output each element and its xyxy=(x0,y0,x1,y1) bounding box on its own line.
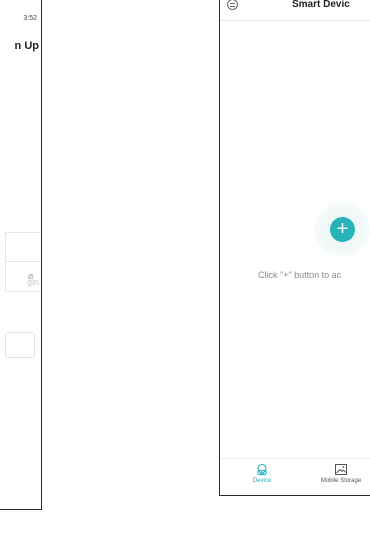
smart-device-screen: Smart Devic + Click "+" button to ac Dev… xyxy=(219,0,370,496)
page-title: Smart Devic xyxy=(292,0,350,10)
status-time: 3:52 xyxy=(23,15,37,22)
canvas: 3:52 n Up ⊘ gin Smart Devic + Click "+" … xyxy=(0,0,370,537)
device-icon xyxy=(257,463,267,476)
signup-button[interactable] xyxy=(5,332,35,358)
login-link[interactable]: gin xyxy=(27,277,39,287)
add-device-button[interactable]: + xyxy=(330,217,355,242)
email-field[interactable] xyxy=(5,232,41,262)
nav-item-device[interactable]: Device xyxy=(244,463,280,484)
nav-item-label: Mobile Storage xyxy=(320,478,362,484)
bottom-nav: Device Mobile Storage xyxy=(220,458,370,495)
menu-circle-icon[interactable] xyxy=(227,0,238,10)
empty-state-hint: Click "+" button to ac xyxy=(258,270,342,280)
image-icon xyxy=(335,464,347,475)
page-title: n Up xyxy=(14,40,39,52)
signup-screen: 3:52 n Up ⊘ gin xyxy=(0,0,42,510)
nav-item-label: Device xyxy=(252,478,272,484)
top-bar: Smart Devic xyxy=(220,0,370,21)
nav-item-mobile-storage[interactable]: Mobile Storage xyxy=(316,463,366,484)
